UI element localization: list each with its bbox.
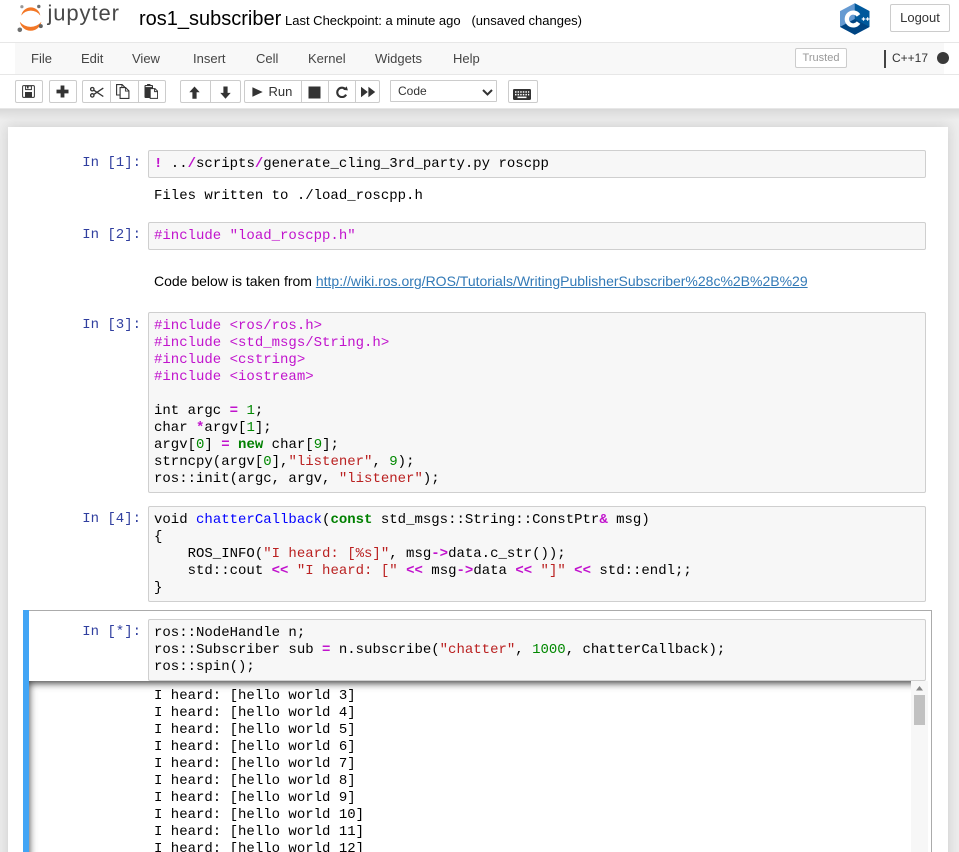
svg-text:jupyter: jupyter — [47, 3, 120, 26]
